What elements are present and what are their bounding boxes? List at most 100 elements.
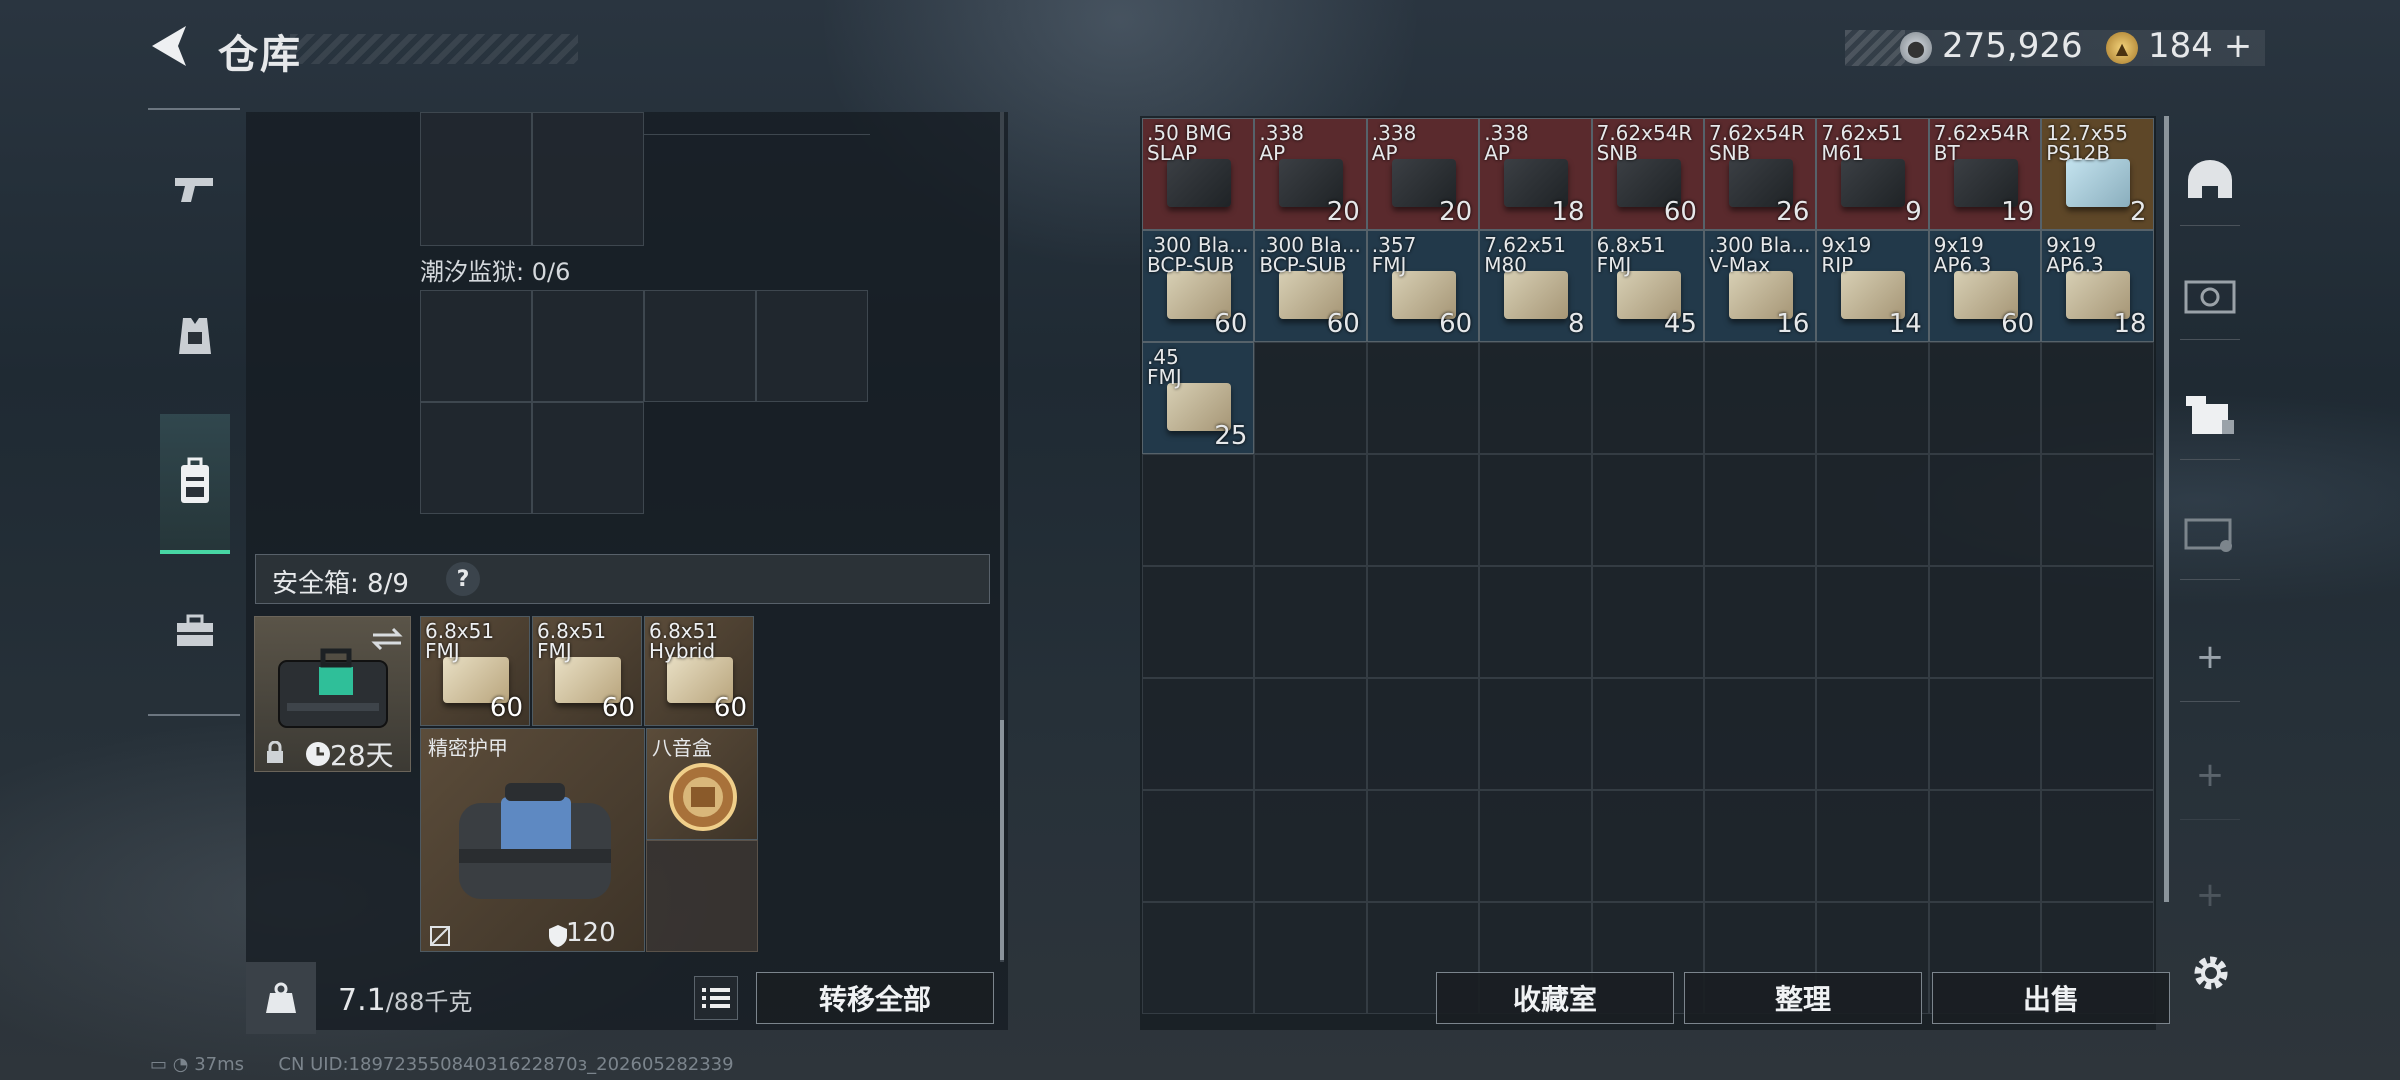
grid-slot[interactable] bbox=[1366, 678, 1480, 790]
grid-slot[interactable] bbox=[532, 290, 644, 402]
transfer-all-button[interactable]: 转移全部 bbox=[756, 972, 994, 1024]
grid-slot[interactable] bbox=[1591, 790, 1704, 902]
inventory-item[interactable]: 7.62x51 M61 9 bbox=[1816, 118, 1929, 230]
inventory-item[interactable]: .357 FMJ 60 bbox=[1366, 230, 1480, 342]
vault-button[interactable]: 收藏室 bbox=[1436, 972, 1674, 1024]
grid-slot[interactable] bbox=[1816, 342, 1929, 454]
sort-button[interactable]: 整理 bbox=[1684, 972, 1922, 1024]
grid-slot[interactable] bbox=[2041, 566, 2154, 678]
grid-slot[interactable] bbox=[1816, 678, 1929, 790]
sell-button[interactable]: 出售 bbox=[1932, 972, 2170, 1024]
grid-slot[interactable] bbox=[1366, 566, 1480, 678]
safe-item[interactable]: 6.8x51 FMJ 60 bbox=[420, 616, 530, 726]
grid-slot[interactable] bbox=[1479, 678, 1592, 790]
grid-slot[interactable] bbox=[1479, 342, 1592, 454]
tab-weapons[interactable] bbox=[160, 144, 230, 234]
grid-slot[interactable] bbox=[1366, 454, 1480, 566]
inventory-item[interactable]: .300 Bla... BCP-SUB 60 bbox=[1142, 230, 1255, 342]
rail-item-ammo-case[interactable] bbox=[2180, 370, 2240, 460]
grid-slot[interactable] bbox=[420, 402, 532, 514]
grid-slot[interactable] bbox=[1704, 790, 1817, 902]
grid-slot[interactable] bbox=[2041, 790, 2154, 902]
grid-slot[interactable] bbox=[420, 290, 532, 402]
rail-item-helmet[interactable] bbox=[2180, 136, 2240, 226]
inventory-item[interactable]: 9x19 AP6.3 18 bbox=[2041, 230, 2154, 342]
inventory-item[interactable]: .338 AP 20 bbox=[1366, 118, 1480, 230]
grid-slot[interactable] bbox=[1254, 454, 1367, 566]
grid-slot[interactable] bbox=[644, 290, 756, 402]
grid-slot[interactable] bbox=[1479, 454, 1592, 566]
grid-slot[interactable] bbox=[1704, 342, 1817, 454]
inventory-item[interactable]: 7.62x54R SNB 26 bbox=[1704, 118, 1817, 230]
grid-slot[interactable] bbox=[1591, 678, 1704, 790]
inventory-item[interactable]: .300 Bla... BCP-SUB 60 bbox=[1254, 230, 1367, 342]
grid-slot[interactable] bbox=[2041, 454, 2154, 566]
grid-slot[interactable] bbox=[1591, 454, 1704, 566]
left-scroll-thumb[interactable] bbox=[1000, 720, 1004, 960]
inventory-item[interactable]: .50 BMG SLAP bbox=[1142, 118, 1255, 230]
grid-slot[interactable] bbox=[1816, 566, 1929, 678]
rail-item-storage[interactable] bbox=[2180, 490, 2240, 580]
grid-slot[interactable] bbox=[1254, 790, 1367, 902]
grid-slot[interactable] bbox=[1142, 454, 1255, 566]
inventory-item[interactable]: 6.8x51 FMJ 45 bbox=[1591, 230, 1704, 342]
safe-item[interactable]: 6.8x51 Hybrid 60 bbox=[644, 616, 754, 726]
safe-item[interactable]: 6.8x51 FMJ 60 bbox=[532, 616, 642, 726]
tab-gear[interactable] bbox=[160, 290, 230, 380]
inventory-item[interactable]: .338 AP 18 bbox=[1479, 118, 1592, 230]
grid-slot[interactable] bbox=[1704, 678, 1817, 790]
grid-slot[interactable] bbox=[532, 112, 644, 246]
swap-icon[interactable] bbox=[371, 625, 403, 653]
add-slot-plus-icon[interactable]: + bbox=[2180, 730, 2240, 820]
grid-slot[interactable] bbox=[1142, 566, 1255, 678]
grid-slot[interactable] bbox=[1142, 678, 1255, 790]
inventory-item[interactable]: .300 Bla... V-Max 16 bbox=[1704, 230, 1817, 342]
gold-amount[interactable]: 184 + bbox=[2148, 26, 2252, 66]
grid-slot[interactable] bbox=[1254, 902, 1367, 1014]
grid-slot[interactable] bbox=[1591, 566, 1704, 678]
grid-slot[interactable] bbox=[1479, 566, 1592, 678]
grid-slot[interactable] bbox=[1816, 454, 1929, 566]
grid-slot[interactable] bbox=[1704, 454, 1817, 566]
help-icon[interactable]: ? bbox=[446, 562, 480, 596]
grid-slot[interactable] bbox=[1928, 342, 2042, 454]
grid-slot[interactable] bbox=[1142, 902, 1255, 1014]
grid-slot[interactable] bbox=[1254, 342, 1367, 454]
grid-slot[interactable] bbox=[1254, 678, 1367, 790]
grid-slot[interactable] bbox=[532, 402, 644, 514]
back-arrow-icon[interactable] bbox=[148, 22, 190, 70]
rail-item-weapon-case[interactable] bbox=[2180, 250, 2240, 340]
inventory-item[interactable]: 7.62x54R BT 19 bbox=[1928, 118, 2042, 230]
grid-slot[interactable] bbox=[1928, 790, 2042, 902]
grid-slot[interactable] bbox=[1704, 566, 1817, 678]
grid-slot[interactable] bbox=[1928, 566, 2042, 678]
grid-slot[interactable] bbox=[756, 290, 868, 402]
inventory-item[interactable]: 9x19 AP6.3 60 bbox=[1928, 230, 2042, 342]
tab-tools[interactable] bbox=[160, 586, 230, 676]
inventory-item[interactable]: 12.7x55 PS12B 2 bbox=[2041, 118, 2154, 230]
grid-slot[interactable] bbox=[1928, 454, 2042, 566]
inventory-item[interactable]: 7.62x54R SNB 60 bbox=[1591, 118, 1704, 230]
add-gold-icon[interactable]: + bbox=[2224, 26, 2253, 66]
inventory-item[interactable]: .45 FMJ 25 bbox=[1142, 342, 1255, 454]
grid-slot[interactable] bbox=[1142, 790, 1255, 902]
right-scrollbar[interactable] bbox=[2164, 116, 2169, 902]
grid-slot[interactable] bbox=[420, 112, 532, 246]
inventory-item[interactable]: .338 AP 20 bbox=[1254, 118, 1367, 230]
tab-backpack[interactable] bbox=[160, 414, 230, 554]
grid-slot[interactable] bbox=[1591, 342, 1704, 454]
inventory-item[interactable]: 9x19 RIP 14 bbox=[1816, 230, 1929, 342]
grid-slot[interactable] bbox=[2041, 342, 2154, 454]
gear-icon[interactable] bbox=[2190, 952, 2232, 994]
grid-slot[interactable] bbox=[1366, 790, 1480, 902]
list-view-button[interactable] bbox=[694, 976, 738, 1020]
grid-slot[interactable] bbox=[1366, 342, 1480, 454]
grid-slot[interactable] bbox=[1816, 790, 1929, 902]
grid-slot[interactable] bbox=[2041, 678, 2154, 790]
grid-slot[interactable] bbox=[1254, 566, 1367, 678]
grid-slot[interactable] bbox=[646, 840, 758, 952]
grid-slot[interactable] bbox=[1479, 790, 1592, 902]
add-slot-plus-icon[interactable]: + bbox=[2180, 612, 2240, 702]
add-slot-plus-icon[interactable]: + bbox=[2180, 850, 2240, 940]
inventory-item[interactable]: 7.62x51 M80 8 bbox=[1479, 230, 1592, 342]
